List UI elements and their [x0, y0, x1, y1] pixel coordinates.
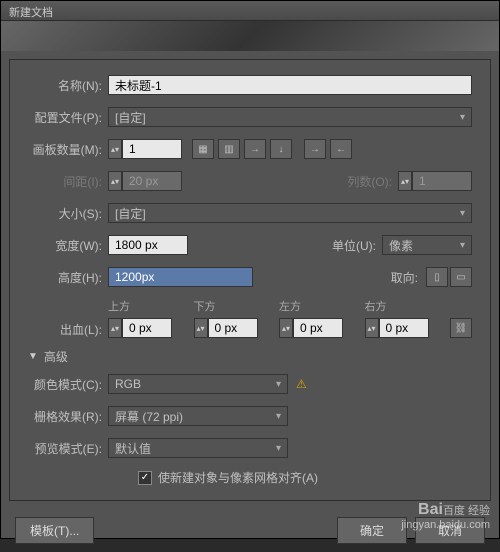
columns-label: 列数(O): [338, 173, 398, 190]
columns-stepper: ▴▾ [398, 171, 412, 191]
colormode-label: 颜色模式(C): [28, 376, 108, 393]
advanced-disclosure[interactable]: ▼ 高级 [28, 348, 472, 365]
orientation-landscape-icon[interactable]: ▭ [450, 267, 472, 287]
bleed-left-input[interactable] [293, 318, 343, 338]
name-input[interactable] [108, 75, 472, 95]
bleed-top-label: 上方 [108, 298, 188, 314]
profile-value: [自定] [115, 109, 146, 126]
arrange-grid-col-icon[interactable]: ▥ [218, 139, 240, 159]
bleed-right-input[interactable] [379, 318, 429, 338]
bleed-top-stepper[interactable]: ▴▾ [108, 318, 122, 338]
warning-icon: ⚠ [296, 377, 307, 391]
checkbox-icon: ✓ [138, 471, 152, 485]
profile-select[interactable]: [自定] [108, 107, 472, 127]
ok-button[interactable]: 确定 [337, 517, 407, 544]
size-value: [自定] [115, 205, 146, 222]
width-label: 宽度(W): [28, 237, 108, 254]
artboards-label: 画板数量(M): [28, 141, 108, 158]
bleed-bottom-stepper[interactable]: ▴▾ [194, 318, 208, 338]
size-select[interactable]: [自定] [108, 203, 472, 223]
colormode-value: RGB [115, 377, 141, 391]
watermark-brand: Bai [418, 501, 443, 518]
preview-label: 预览模式(E): [28, 440, 108, 457]
raster-value: 屏幕 (72 ppi) [115, 408, 183, 425]
new-document-dialog: 新建文档 名称(N): 配置文件(P): [自定] 画板数量(M): ▴▾ ▦ … [0, 0, 500, 539]
header-bg [1, 21, 499, 51]
orientation-label: 取向: [384, 269, 424, 286]
bleed-bottom-label: 下方 [194, 298, 274, 314]
units-value: 像素 [389, 237, 413, 254]
ltr-icon[interactable]: → [304, 139, 326, 159]
arrange-col-icon[interactable]: ↓ [270, 139, 292, 159]
arrange-grid-row-icon[interactable]: ▦ [192, 139, 214, 159]
spacing-label: 间距(I): [28, 173, 108, 190]
bleed-label: 出血(L): [28, 321, 108, 338]
main-panel: 名称(N): 配置文件(P): [自定] 画板数量(M): ▴▾ ▦ ▥ → ↓… [9, 59, 491, 501]
bleed-bottom-input[interactable] [208, 318, 258, 338]
width-input[interactable] [108, 235, 188, 255]
preview-select[interactable]: 默认值 [108, 438, 288, 458]
bleed-right-stepper[interactable]: ▴▾ [365, 318, 379, 338]
height-label: 高度(H): [28, 269, 108, 286]
size-label: 大小(S): [28, 205, 108, 222]
arrange-row-icon[interactable]: → [244, 139, 266, 159]
columns-input [412, 171, 472, 191]
bleed-left-label: 左方 [279, 298, 359, 314]
rtl-icon[interactable]: ← [330, 139, 352, 159]
units-label: 单位(U): [322, 237, 382, 254]
units-select[interactable]: 像素 [382, 235, 472, 255]
advanced-label: 高级 [44, 348, 68, 365]
preview-value: 默认值 [115, 440, 151, 457]
title-bar: 新建文档 [1, 1, 499, 21]
watermark-brand3: 经验 [468, 505, 490, 517]
raster-label: 栅格效果(R): [28, 408, 108, 425]
arrange-group: ▦ ▥ → ↓ → ← [190, 139, 352, 159]
profile-label: 配置文件(P): [28, 109, 108, 126]
align-pixel-label: 使新建对象与像素网格对齐(A) [158, 469, 318, 486]
watermark: Bai百度 经验 jingyan.baidu.com [401, 501, 490, 531]
artboards-stepper[interactable]: ▴▾ [108, 139, 122, 159]
triangle-down-icon: ▼ [28, 351, 38, 362]
link-bleed-icon[interactable]: ⛓ [450, 318, 472, 338]
artboards-input[interactable] [122, 139, 182, 159]
colormode-select[interactable]: RGB [108, 374, 288, 394]
spacing-stepper: ▴▾ [108, 171, 122, 191]
template-button[interactable]: 模板(T)... [15, 517, 94, 544]
height-input[interactable] [108, 267, 253, 287]
raster-select[interactable]: 屏幕 (72 ppi) [108, 406, 288, 426]
watermark-url: jingyan.baidu.com [401, 519, 490, 531]
bleed-right-label: 右方 [365, 298, 445, 314]
orientation-portrait-icon[interactable]: ▯ [426, 267, 448, 287]
align-pixel-checkbox[interactable]: ✓ 使新建对象与像素网格对齐(A) [138, 469, 472, 486]
spacing-input [122, 171, 182, 191]
watermark-brand2: 百度 [443, 505, 465, 517]
name-label: 名称(N): [28, 77, 108, 94]
bleed-left-stepper[interactable]: ▴▾ [279, 318, 293, 338]
bleed-top-input[interactable] [122, 318, 172, 338]
